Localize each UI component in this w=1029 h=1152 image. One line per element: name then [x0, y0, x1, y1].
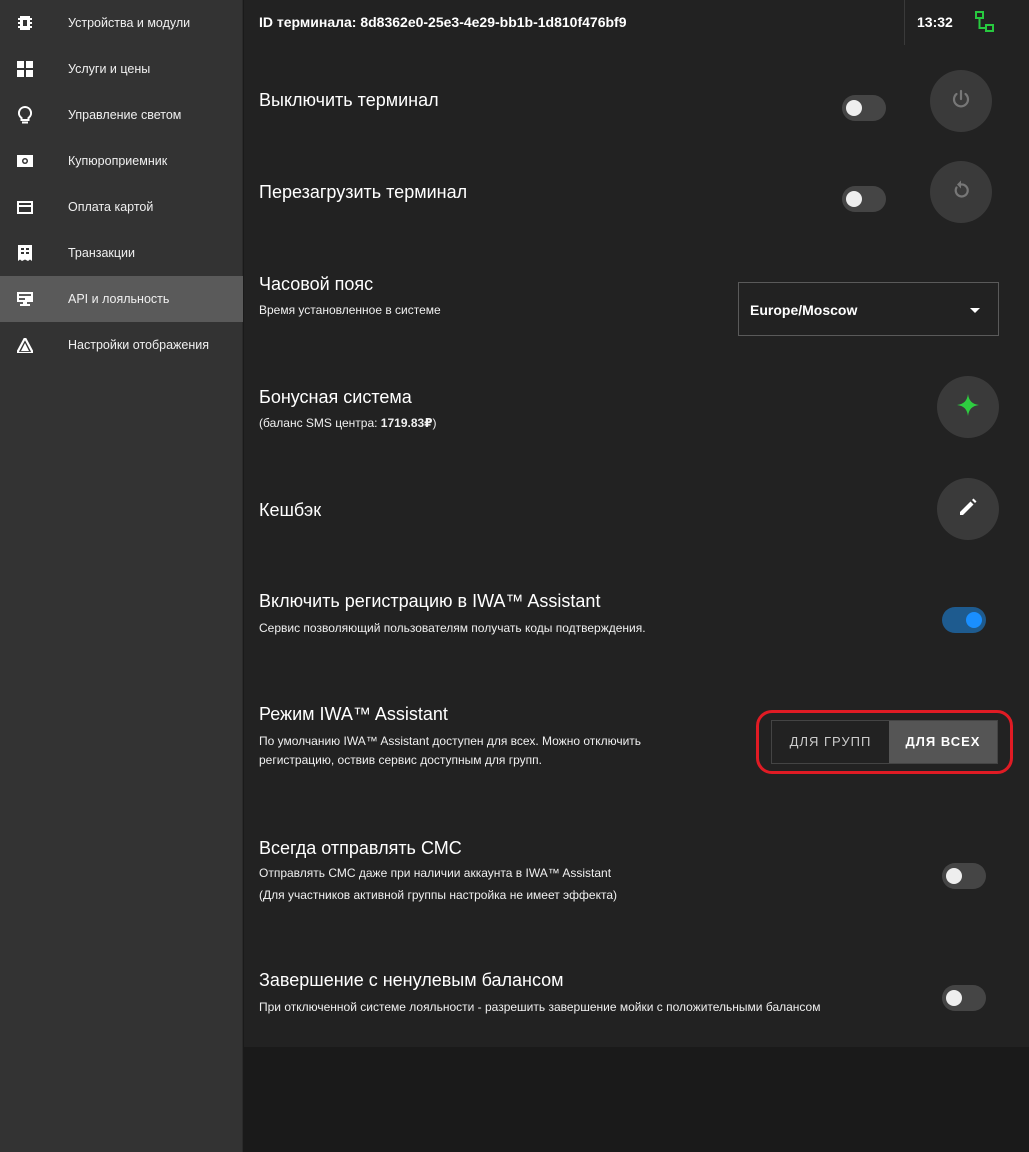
shutdown-title: Выключить терминал	[259, 90, 439, 110]
display-settings-icon	[16, 336, 34, 354]
cashback-edit-button[interactable]	[937, 478, 999, 540]
iwa-mode-groups-option[interactable]: ДЛЯ ГРУПП	[772, 721, 889, 763]
terminal-id: ID терминала: 8d8362e0-25e3-4e29-bb1b-1d…	[259, 14, 627, 30]
sms-balance: 1719.83₽	[380, 416, 433, 430]
iwa-mode-all-option[interactable]: ДЛЯ ВСЕХ	[889, 721, 997, 763]
restart-icon	[950, 179, 972, 206]
sidebar-item-display-settings[interactable]: Настройки отображения	[0, 322, 243, 368]
sidebar: Устройства и модули Услуги и цены Управл…	[0, 0, 243, 1152]
status-area: 13:32	[904, 0, 1029, 45]
grid-icon	[16, 60, 34, 78]
clock: 13:32	[917, 14, 953, 30]
nonzero-balance-toggle[interactable]	[942, 985, 986, 1011]
receipt-icon	[16, 244, 34, 262]
iwa-registration-title: Включить регистрацию в IWA™ Assistant	[259, 591, 601, 611]
iwa-mode-subtitle-line2: регистрацию, оствив сервис доступным для…	[259, 753, 542, 767]
power-icon	[950, 88, 972, 115]
reboot-toggle[interactable]	[842, 186, 886, 212]
iwa-registration-subtitle: Сервис позволяющий пользователям получат…	[259, 621, 646, 635]
network-connected-icon	[975, 11, 995, 33]
nonzero-balance-title: Завершение с ненулевым балансом	[259, 970, 564, 990]
iwa-mode-subtitle-line1: По умолчанию IWA™ Assistant доступен для…	[259, 734, 642, 748]
toggle-knob	[966, 612, 982, 628]
sidebar-item-label: Услуги и цены	[68, 62, 151, 76]
sidebar-item-api-loyalty[interactable]: API и лояльность	[0, 276, 243, 322]
api-icon	[16, 290, 34, 308]
sidebar-item-label: Устройства и модули	[68, 16, 191, 30]
sidebar-item-lighting[interactable]: Управление светом	[0, 92, 243, 138]
bonus-button[interactable]	[937, 376, 999, 438]
cashback-title: Кешбэк	[259, 500, 322, 520]
always-sms-title: Всегда отправлять СМС	[259, 838, 462, 858]
sidebar-item-label: Настройки отображения	[68, 338, 210, 352]
iwa-mode-title: Режим IWA™ Assistant	[259, 704, 448, 724]
banknote-icon	[16, 152, 34, 170]
always-sms-toggle[interactable]	[942, 863, 986, 889]
app-root: Устройства и модули Услуги и цены Управл…	[0, 0, 1029, 1152]
pencil-icon	[958, 497, 978, 522]
reboot-button[interactable]	[930, 161, 992, 223]
bonus-subtitle-prefix: (баланс SMS центра:	[259, 416, 381, 430]
timezone-value: Europe/Moscow	[750, 302, 858, 318]
bonus-subtitle: (баланс SMS центра: 1719.83₽)	[259, 413, 437, 433]
sparkle-icon	[956, 393, 980, 422]
sidebar-item-card-payment[interactable]: Оплата картой	[0, 184, 243, 230]
toggle-knob	[946, 990, 962, 1006]
timezone-select[interactable]: Europe/Moscow	[738, 282, 999, 336]
iwa-registration-toggle[interactable]	[942, 607, 986, 633]
always-sms-subtitle-line2: (Для участников активной группы настройк…	[259, 888, 618, 902]
sidebar-item-label: Купюроприемник	[68, 154, 168, 168]
toggle-knob	[846, 100, 862, 116]
settings-panel: Выключить терминал Перезагрузить термина…	[244, 45, 1029, 1047]
top-bar: ID терминала: 8d8362e0-25e3-4e29-bb1b-1d…	[244, 0, 1029, 45]
timezone-subtitle: Время установленное в системе	[259, 303, 441, 317]
sidebar-item-devices[interactable]: Устройства и модули	[0, 0, 243, 46]
toggle-knob	[846, 191, 862, 207]
chevron-down-icon	[970, 308, 980, 313]
credit-card-icon	[16, 198, 34, 216]
shutdown-toggle[interactable]	[842, 95, 886, 121]
bonus-title: Бонусная система	[259, 387, 412, 407]
sidebar-item-label: API и лояльность	[68, 292, 170, 306]
lightbulb-icon	[16, 106, 34, 124]
iwa-mode-selector: ДЛЯ ГРУПП ДЛЯ ВСЕХ	[771, 720, 998, 764]
sidebar-item-label: Управление светом	[68, 108, 182, 122]
chip-icon	[16, 14, 34, 32]
sidebar-item-label: Транзакции	[68, 246, 136, 260]
sidebar-item-bill-acceptor[interactable]: Купюроприемник	[0, 138, 243, 184]
bonus-subtitle-suffix: )	[432, 416, 437, 430]
empty-area	[244, 1047, 1029, 1152]
toggle-knob	[946, 868, 962, 884]
sidebar-item-services[interactable]: Услуги и цены	[0, 46, 243, 92]
always-sms-subtitle-line1: Отправлять СМС даже при наличии аккаунта…	[259, 866, 612, 880]
nonzero-balance-subtitle: При отключенной системе лояльности - раз…	[259, 1000, 821, 1014]
sidebar-item-label: Оплата картой	[68, 200, 154, 214]
shutdown-button[interactable]	[930, 70, 992, 132]
sidebar-item-transactions[interactable]: Транзакции	[0, 230, 243, 276]
timezone-title: Часовой пояс	[259, 274, 374, 294]
reboot-title: Перезагрузить терминал	[259, 182, 468, 202]
